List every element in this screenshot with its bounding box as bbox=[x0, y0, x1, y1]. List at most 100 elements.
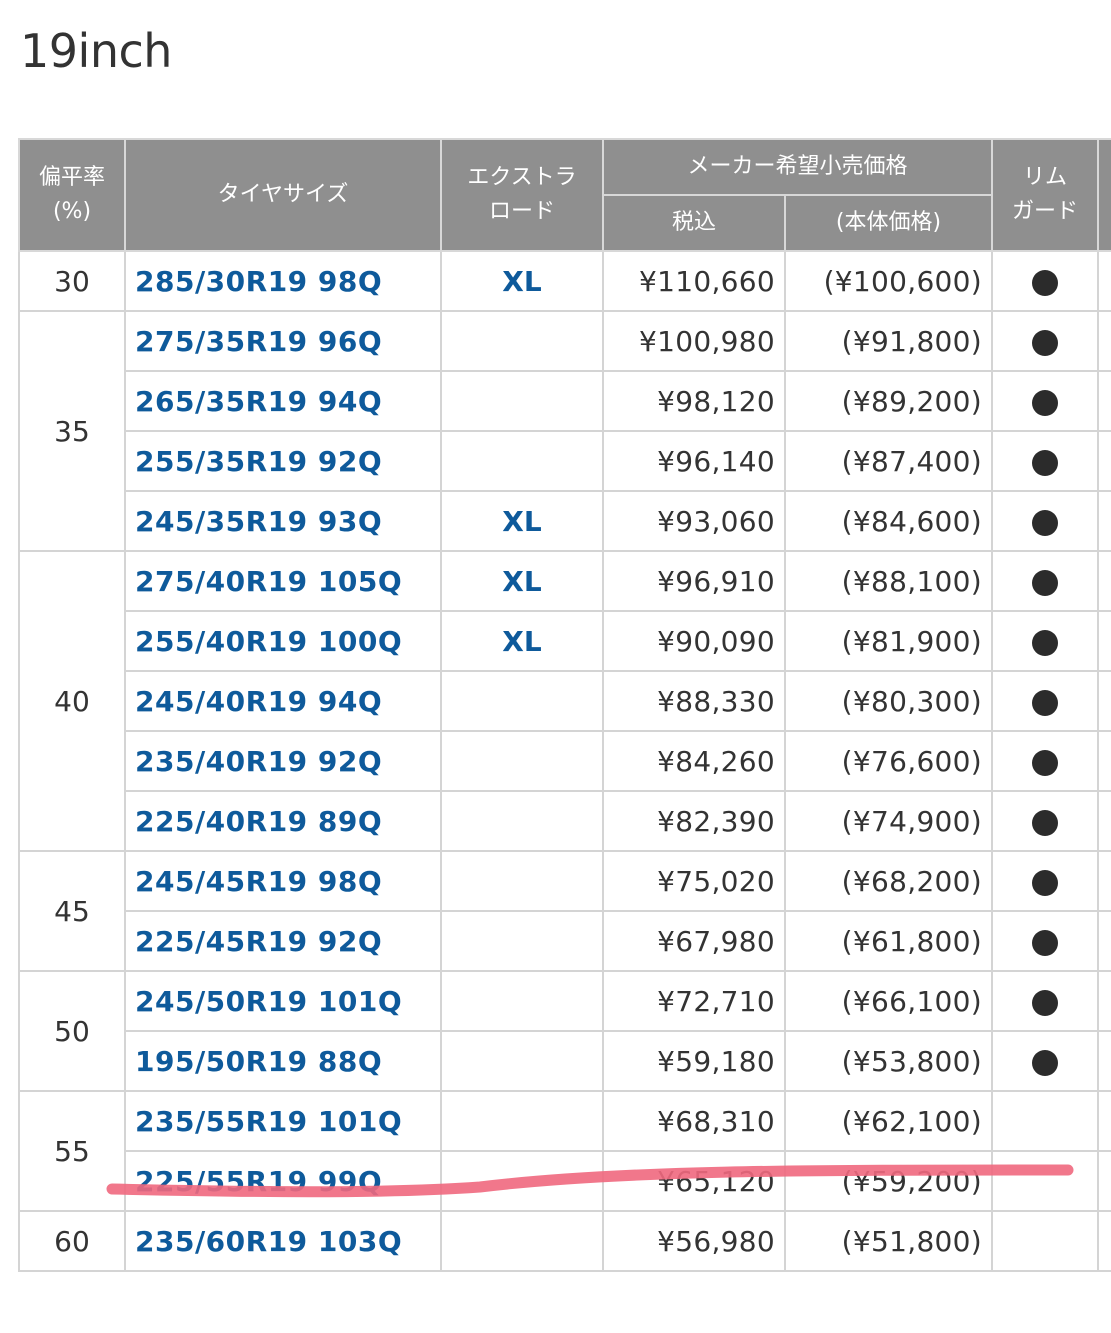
tire-size-link[interactable]: 225/40R19 89Q bbox=[135, 805, 382, 838]
extra-load-cell bbox=[440, 1150, 604, 1212]
next-column-cell bbox=[1097, 310, 1111, 372]
rim-guard-dot-icon bbox=[1032, 929, 1059, 956]
extra-load-cell: XL bbox=[440, 610, 604, 672]
next-column-cell bbox=[1097, 1150, 1111, 1212]
header-msrp: メーカー希望小売価格 bbox=[601, 138, 994, 196]
price-tax-incl-cell: ¥90,090 bbox=[602, 610, 786, 672]
next-column-cell bbox=[1097, 550, 1111, 612]
rim-guard-cell bbox=[991, 250, 1100, 312]
header-rim-guard-line1: リム bbox=[1023, 165, 1068, 190]
size-cell: 265/35R19 94Q bbox=[124, 370, 442, 432]
table-row: 45 245/45R19 98Q ¥75,020 (¥68,200) bbox=[18, 850, 1111, 972]
base-price-cell: (¥89,200) bbox=[783, 370, 994, 432]
base-price-cell: (¥66,100) bbox=[783, 970, 994, 1032]
rim-guard-cell bbox=[991, 730, 1100, 792]
rim-guard-dot-icon bbox=[1032, 509, 1059, 536]
next-column-cell bbox=[1097, 850, 1111, 912]
extra-load-cell bbox=[440, 370, 604, 432]
size-cell: 255/35R19 92Q bbox=[124, 430, 442, 492]
price-tax-incl-cell: ¥67,980 bbox=[602, 910, 786, 972]
size-cell: 235/60R19 103Q bbox=[124, 1210, 442, 1272]
table-row: 35 275/35R19 96Q ¥100,980 (¥91,800) bbox=[18, 310, 1111, 552]
size-cell: 285/30R19 98Q bbox=[124, 250, 442, 312]
price-tax-incl-cell: ¥98,120 bbox=[602, 370, 786, 432]
rim-guard-cell bbox=[991, 370, 1100, 432]
tire-size-link[interactable]: 285/30R19 98Q bbox=[135, 265, 382, 298]
tire-table-body: 30 285/30R19 98Q XL ¥110,660 (¥100,600) 35 275… bbox=[18, 250, 1111, 1272]
next-column-cell bbox=[1097, 1030, 1111, 1092]
rim-guard-dot-icon bbox=[1032, 329, 1059, 356]
table-row: 255/40R19 100Q XL ¥90,090 (¥81,900) bbox=[19, 610, 1111, 672]
next-column-cell bbox=[1097, 430, 1111, 492]
extra-load-cell bbox=[440, 1030, 604, 1092]
base-price-cell: (¥100,600) bbox=[783, 250, 994, 312]
tire-size-link[interactable]: 265/35R19 94Q bbox=[135, 385, 382, 418]
rim-guard-dot-icon bbox=[1032, 629, 1059, 656]
tire-size-link[interactable]: 235/60R19 103Q bbox=[135, 1225, 402, 1258]
size-cell: 255/40R19 100Q bbox=[124, 610, 442, 672]
tire-size-link[interactable]: 255/40R19 100Q bbox=[135, 625, 402, 658]
rim-guard-dot-icon bbox=[1032, 989, 1059, 1016]
next-column-cell bbox=[1097, 970, 1111, 1032]
next-column-cell bbox=[1097, 370, 1111, 432]
rim-guard-dot-icon bbox=[1032, 869, 1059, 896]
rim-guard-cell bbox=[991, 1030, 1100, 1092]
next-column-cell bbox=[1097, 1210, 1111, 1272]
rim-guard-cell bbox=[991, 790, 1100, 852]
tire-size-link[interactable]: 235/40R19 92Q bbox=[135, 745, 382, 778]
header-size: タイヤサイズ bbox=[124, 138, 442, 252]
price-tax-incl-cell: ¥96,910 bbox=[602, 550, 786, 612]
rim-guard-cell bbox=[991, 850, 1100, 912]
tire-size-link[interactable]: 255/35R19 92Q bbox=[135, 445, 382, 478]
tire-size-link[interactable]: 275/35R19 96Q bbox=[135, 325, 382, 358]
rim-guard-dot-icon bbox=[1032, 569, 1059, 596]
tire-size-link[interactable]: 245/35R19 93Q bbox=[135, 505, 382, 538]
size-cell: 245/45R19 98Q bbox=[124, 850, 442, 912]
next-column-cell bbox=[1097, 730, 1111, 792]
size-cell: 245/40R19 94Q bbox=[124, 670, 442, 732]
tire-size-link[interactable]: 245/45R19 98Q bbox=[135, 865, 382, 898]
extra-load-cell bbox=[440, 430, 604, 492]
base-price-cell: (¥62,100) bbox=[783, 1090, 994, 1152]
extra-load-cell bbox=[440, 1210, 604, 1272]
size-cell: 195/50R19 88Q bbox=[124, 1030, 442, 1092]
tire-size-link[interactable]: 235/55R19 101Q bbox=[135, 1105, 402, 1138]
price-tax-incl-cell: ¥110,660 bbox=[602, 250, 786, 312]
tire-size-link[interactable]: 275/40R19 105Q bbox=[135, 565, 402, 598]
header-rim-guard: リム ガード bbox=[991, 138, 1100, 252]
tire-size-link[interactable]: 225/55R19 99Q bbox=[135, 1165, 382, 1198]
size-cell: 235/40R19 92Q bbox=[124, 730, 442, 792]
table-row: 265/35R19 94Q ¥98,120 (¥89,200) bbox=[19, 370, 1111, 432]
rim-guard-dot-icon bbox=[1032, 449, 1059, 476]
base-price-cell: (¥88,100) bbox=[783, 550, 994, 612]
base-price-cell: (¥51,800) bbox=[783, 1210, 994, 1272]
extra-load-cell bbox=[440, 790, 604, 852]
extra-load-cell bbox=[440, 730, 604, 792]
price-tax-incl-cell: ¥84,260 bbox=[602, 730, 786, 792]
next-column-cell bbox=[1097, 490, 1111, 552]
rim-guard-cell bbox=[991, 1090, 1100, 1152]
price-tax-incl-cell: ¥65,120 bbox=[602, 1150, 786, 1212]
tire-size-link[interactable]: 245/40R19 94Q bbox=[135, 685, 382, 718]
price-tax-incl-cell: ¥100,980 bbox=[602, 310, 786, 372]
rim-guard-cell bbox=[991, 970, 1100, 1032]
rim-guard-cell bbox=[991, 310, 1100, 372]
header-base-price: (本体価格) bbox=[783, 194, 994, 252]
header-ratio-unit: (%) bbox=[52, 199, 92, 224]
tire-size-link[interactable]: 225/45R19 92Q bbox=[135, 925, 382, 958]
base-price-cell: (¥91,800) bbox=[783, 310, 994, 372]
rim-guard-cell bbox=[991, 610, 1100, 672]
price-tax-incl-cell: ¥68,310 bbox=[602, 1090, 786, 1152]
tire-size-link[interactable]: 195/50R19 88Q bbox=[135, 1045, 382, 1078]
table-row: 55 235/55R19 101Q ¥68,310 (¥62,100) bbox=[18, 1090, 1111, 1212]
header-ratio: 偏平率 (%) bbox=[18, 138, 126, 252]
base-price-cell: (¥81,900) bbox=[783, 610, 994, 672]
tire-size-link[interactable]: 245/50R19 101Q bbox=[135, 985, 402, 1018]
table-row: 255/35R19 92Q ¥96,140 (¥87,400) bbox=[19, 430, 1111, 492]
header-next-column bbox=[1097, 138, 1111, 252]
header-extra-load-line1: エクストラ bbox=[467, 165, 577, 190]
size-cell: 245/50R19 101Q bbox=[124, 970, 442, 1032]
base-price-cell: (¥68,200) bbox=[783, 850, 994, 912]
price-tax-incl-cell: ¥96,140 bbox=[602, 430, 786, 492]
size-cell: 225/55R19 99Q bbox=[124, 1150, 442, 1212]
